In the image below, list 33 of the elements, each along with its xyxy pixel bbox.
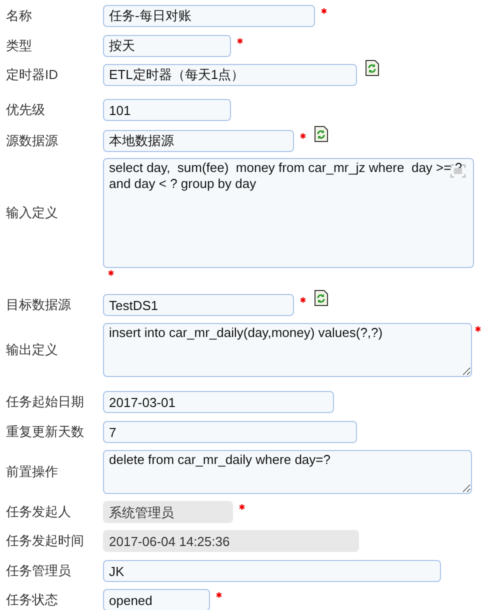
field-label: 前置操作	[6, 463, 59, 481]
text-area[interactable]: insert into car_mr_daily(day,money) values(?,?)	[103, 323, 472, 377]
field-label: 输入定义	[6, 204, 59, 222]
field-label: 类型	[6, 37, 33, 55]
field-label: 输出定义	[6, 341, 59, 359]
input-field[interactable]: 按天	[103, 35, 231, 57]
expand-icon[interactable]	[450, 164, 466, 178]
field-label: 源数据源	[6, 132, 59, 150]
input-field[interactable]: 任务-每日对账	[103, 5, 315, 27]
refresh-icon[interactable]	[365, 60, 379, 76]
input-field[interactable]: ETL定时器（每天1点）	[103, 64, 357, 86]
text-area[interactable]: delete from car_mr_daily where day=?	[103, 450, 472, 494]
input-field[interactable]: opened	[103, 589, 210, 610]
input-field[interactable]: 本地数据源	[103, 130, 294, 152]
refresh-icon[interactable]	[314, 290, 328, 306]
input-field[interactable]: 7	[103, 421, 357, 443]
field-label: 重复更新天数	[6, 423, 85, 441]
readonly-field: 2017-06-04 14:25:36	[103, 530, 359, 552]
field-label: 任务起始日期	[6, 393, 85, 411]
field-label: 名称	[6, 7, 33, 25]
field-label: 任务状态	[6, 591, 59, 609]
field-label: 任务发起时间	[6, 532, 85, 550]
field-label: 目标数据源	[6, 296, 72, 314]
input-field[interactable]: JK	[103, 560, 441, 582]
readonly-field: 系统管理员	[103, 501, 233, 523]
input-field[interactable]: 2017-03-01	[103, 391, 334, 413]
field-label: 任务管理员	[6, 562, 72, 580]
refresh-icon[interactable]	[314, 126, 328, 142]
field-label: 任务发起人	[6, 503, 72, 521]
input-field[interactable]: 101	[103, 99, 231, 121]
field-label: 优先级	[6, 101, 46, 119]
input-field[interactable]: TestDS1	[103, 294, 294, 316]
field-label: 定时器ID	[6, 66, 59, 84]
